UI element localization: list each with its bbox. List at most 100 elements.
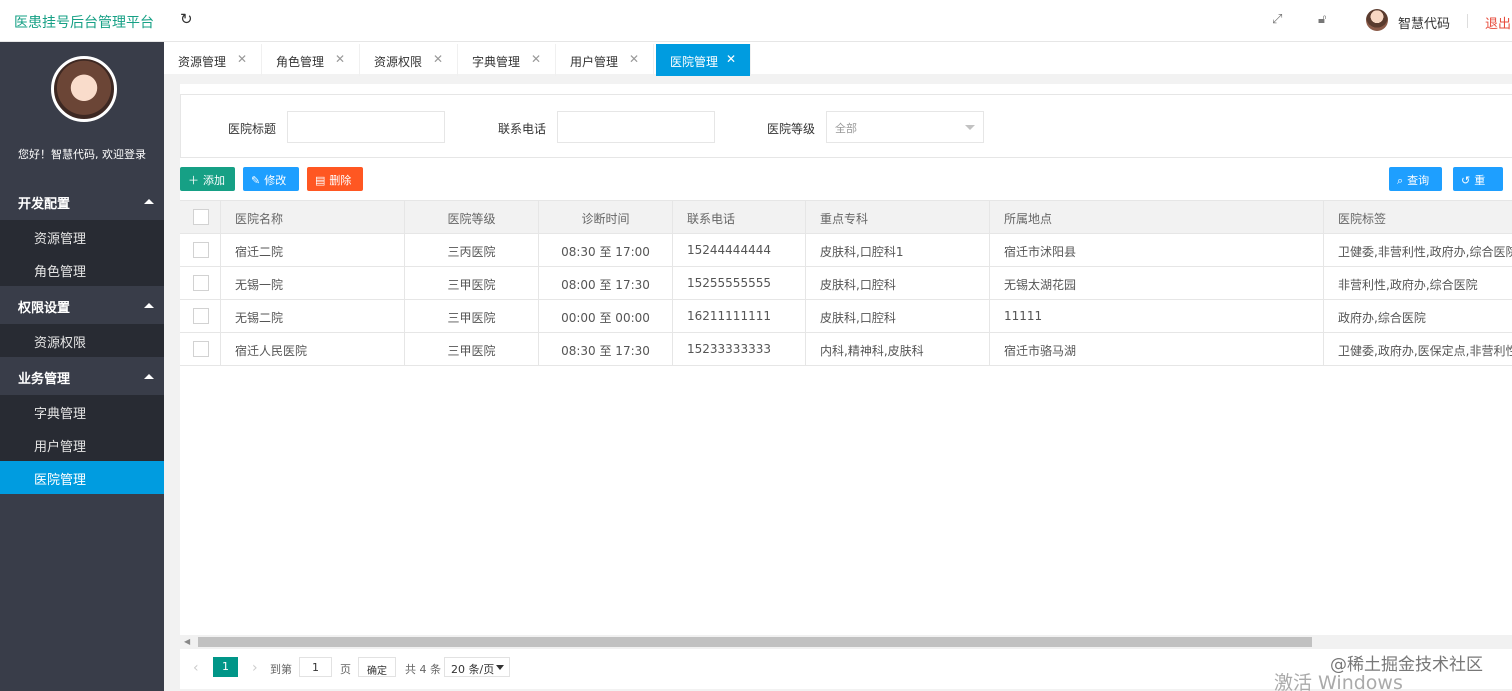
close-icon[interactable]: ✕ [629,52,639,66]
page-input[interactable]: 1 [299,657,332,677]
chevron-down-icon [496,665,504,670]
lock-icon[interactable]: 🔓︎ [1318,12,1326,27]
avatar[interactable] [1366,9,1388,31]
phone-input[interactable] [557,111,715,143]
col-time[interactable]: 诊断时间 [539,201,673,233]
total-count: 共 4 条 [405,663,441,676]
query-button-label: 查询 [1407,174,1430,187]
sidebar-item-hospital[interactable]: 医院管理 [0,461,164,494]
level-select[interactable]: 全部 [826,111,984,143]
cell-specialty: 皮肤科,口腔科 [806,267,990,299]
table-row[interactable]: 无锡二院 三甲医院 00:00 至 00:00 16211111111 皮肤科,… [180,300,1512,333]
add-button-label: 添加 [203,174,225,187]
close-icon[interactable]: ✕ [531,52,541,66]
select-all-checkbox[interactable] [193,209,209,225]
hospital-table: 医院名称 医院等级 诊断时间 联系电话 重点专科 所属地点 医院标签 宿迁二院 … [180,200,1512,630]
delete-button[interactable]: ▤ 删除 [307,167,363,191]
col-level[interactable]: 医院等级 [405,201,539,233]
sidebar-item-dictionary[interactable]: 字典管理 [0,395,164,428]
confirm-button[interactable]: 确定 [358,657,396,677]
col-phone[interactable]: 联系电话 [673,201,806,233]
table-header: 医院名称 医院等级 诊断时间 联系电话 重点专科 所属地点 医院标签 [180,201,1512,234]
close-icon[interactable]: ✕ [335,52,345,66]
logout-link[interactable]: 退出 [1485,13,1511,32]
profile-avatar [51,56,117,122]
sidebar-item-resource-permission[interactable]: 资源权限 [0,324,164,357]
refresh-icon[interactable]: ↻ [180,10,193,28]
cell-location: 无锡太湖花园 [990,267,1324,299]
reset-button[interactable]: ↺ 重置 [1453,167,1503,203]
col-specialty[interactable]: 重点专科 [806,201,990,233]
sidebar-item-role[interactable]: 角色管理 [0,253,164,286]
row-checkbox[interactable] [193,341,209,357]
col-name[interactable]: 医院名称 [221,201,405,233]
cell-name: 无锡二院 [221,300,405,332]
cell-phone: 15244444444 [673,234,806,266]
scroll-left-icon[interactable]: ◀ [184,637,190,646]
sidebar-group-business[interactable]: 业务管理 [0,359,164,393]
close-icon[interactable]: ✕ [433,52,443,66]
level-label: 医院等级 [767,122,816,136]
close-icon[interactable]: ✕ [726,52,736,66]
divider [1467,14,1468,28]
page-size-select[interactable]: 20 条/页 [444,657,510,677]
cell-level: 三甲医院 [405,333,539,365]
tab-label: 角色管理 [276,55,325,69]
tab-role[interactable]: 角色管理 ✕ [262,44,360,76]
fullscreen-icon[interactable]: ⤢ [1272,12,1282,27]
page-unit-label: 页 [340,663,351,676]
sidebar-group-label: 权限设置 [18,301,71,316]
hospital-title-input[interactable] [287,111,445,143]
row-checkbox-cell [180,333,221,365]
prev-page-icon[interactable]: ‹ [193,660,199,676]
sidebar-group-label: 开发配置 [18,197,71,212]
sidebar-group-permission[interactable]: 权限设置 [0,288,164,322]
cell-location: 11111 [990,300,1324,332]
plus-icon: ＋ [188,174,199,187]
row-checkbox[interactable] [193,308,209,324]
edit-button[interactable]: ✎ 修改 [243,167,299,191]
tab-label: 字典管理 [472,55,521,69]
sidebar: 您好！智慧代码, 欢迎登录 开发配置 资源管理 角色管理 权限设置 资源权限 业… [0,42,164,691]
cell-time: 08:00 至 17:30 [539,267,673,299]
current-page[interactable]: 1 [213,657,238,677]
row-checkbox[interactable] [193,275,209,291]
row-checkbox-cell [180,267,221,299]
pencil-icon: ✎ [251,174,261,187]
query-button[interactable]: ⌕ 查询 [1389,167,1442,191]
horizontal-scrollbar[interactable]: ◀ [180,635,1512,649]
tab-resource-permission[interactable]: 资源权限 ✕ [360,44,458,76]
table-row[interactable]: 无锡一院 三甲医院 08:00 至 17:30 15255555555 皮肤科,… [180,267,1512,300]
scrollbar-thumb[interactable] [198,637,1312,647]
table-row[interactable]: 宿迁二院 三丙医院 08:30 至 17:00 15244444444 皮肤科,… [180,234,1512,267]
hospital-title-label: 医院标题 [228,122,277,136]
tab-resource[interactable]: 资源管理 ✕ [164,44,262,76]
cell-phone: 15255555555 [673,267,806,299]
sidebar-group-dev-config[interactable]: 开发配置 [0,184,164,218]
sidebar-item-resource[interactable]: 资源管理 [0,220,164,253]
search-form: 医院标题 联系电话 医院等级 全部 [180,94,1512,158]
row-checkbox-cell [180,234,221,266]
top-header: 医患挂号后台管理平台 ↻ ⤢ 🔓︎ 智慧代码 退出 [0,0,1512,42]
tab-label: 用户管理 [570,55,619,69]
row-checkbox[interactable] [193,242,209,258]
sidebar-item-user[interactable]: 用户管理 [0,428,164,461]
trash-icon: ▤ [315,174,326,187]
col-tags[interactable]: 医院标签 [1324,201,1512,233]
cell-level: 三甲医院 [405,300,539,332]
header-checkbox-cell [180,201,221,233]
sidebar-group-label: 业务管理 [18,372,71,387]
edit-button-label: 修改 [264,174,287,187]
tab-dictionary[interactable]: 字典管理 ✕ [458,44,556,76]
table-row[interactable]: 宿迁人民医院 三甲医院 08:30 至 17:30 15233333333 内科… [180,333,1512,366]
add-button[interactable]: ＋ 添加 [180,167,235,191]
search-icon: ⌕ [1397,174,1404,187]
tab-user[interactable]: 用户管理 ✕ [556,44,654,76]
next-page-icon[interactable]: › [252,660,258,676]
username[interactable]: 智慧代码 [1398,13,1450,32]
col-location[interactable]: 所属地点 [990,201,1324,233]
close-icon[interactable]: ✕ [237,52,247,66]
tab-hospital[interactable]: 医院管理 ✕ [656,44,751,76]
goto-label: 到第 [270,663,292,676]
tab-label: 资源权限 [374,55,423,69]
